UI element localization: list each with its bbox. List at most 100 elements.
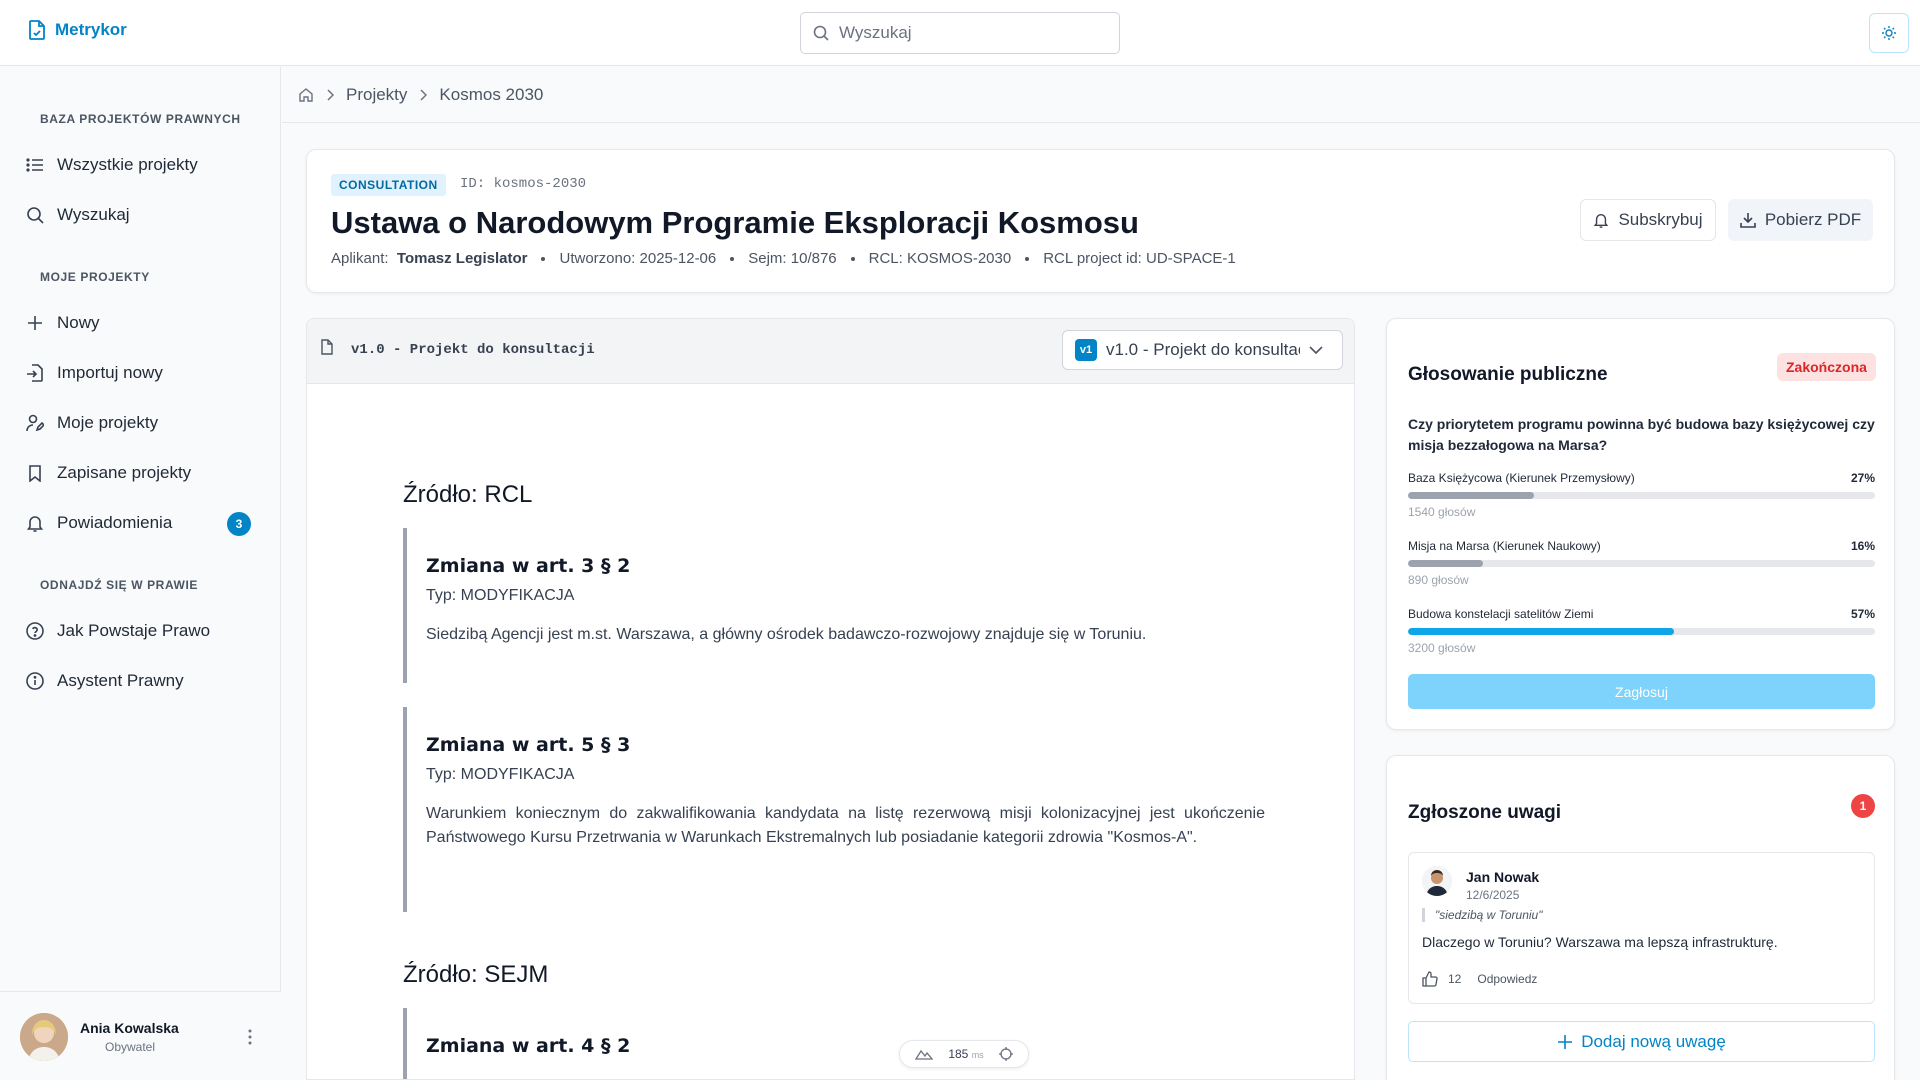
sidebar-item-label: Zapisane projekty <box>57 463 192 482</box>
vote-progress-fill <box>1408 560 1483 567</box>
info-circle-icon <box>26 672 44 690</box>
sidebar-item-my-projects[interactable]: Moje projekty <box>26 405 254 441</box>
document-toolbar: v1.0 - Projekt do konsultacji v1 v1.0 - … <box>307 319 1354 384</box>
sidebar-item-import[interactable]: Importuj nowy <box>26 355 254 391</box>
comments-count-badge: 1 <box>1851 794 1875 818</box>
breadcrumb-item[interactable]: Projekty <box>346 85 407 105</box>
chevron-right-icon <box>326 88 334 101</box>
app-logo[interactable]: Metrykor <box>28 20 127 40</box>
notification-count-badge: 3 <box>227 512 251 536</box>
comment-date: 12/6/2025 <box>1466 888 1520 902</box>
sidebar-item-legal-assistant[interactable]: Asystent Prawny <box>26 663 254 699</box>
change-type: Typ: MODYFIKACJA <box>426 587 575 604</box>
sidebar-item-label: Jak Powstaje Prawo <box>57 621 211 640</box>
more-vertical-icon[interactable] <box>247 1028 253 1046</box>
add-comment-label: Dodaj nową uwagę <box>1581 1031 1726 1051</box>
vote-status-badge: Zakończona <box>1777 353 1876 381</box>
performance-indicator[interactable]: 185 ms <box>899 1040 1029 1068</box>
change-type: Typ: MODYFIKACJA <box>426 766 575 783</box>
status-badge: CONSULTATION <box>331 174 446 196</box>
top-bar: Metrykor <box>0 0 1920 66</box>
change-block: Zmiana w art. 5 § 3 Typ: MODYFIKACJA War… <box>403 707 1265 912</box>
sidebar-item-label: Wszystkie projekty <box>57 155 198 174</box>
bell-icon <box>26 514 44 532</box>
sidebar-item-search[interactable]: Wyszukaj <box>26 197 254 233</box>
vote-option-label: Budowa konstelacji satelitów Ziemi <box>1408 607 1594 621</box>
sidebar-item-label: Wyszukaj <box>57 205 130 224</box>
comment-text: Dlaczego w Toruniu? Warszawa ma lepszą i… <box>1422 934 1778 950</box>
sidebar-item-label: Moje projekty <box>57 413 159 432</box>
subscribe-button[interactable]: Subskrybuj <box>1580 199 1716 241</box>
file-icon <box>320 339 334 355</box>
breadcrumb-item-current: Kosmos 2030 <box>439 84 544 104</box>
download-icon <box>1740 212 1756 228</box>
performance-value: 185 ms <box>948 1047 983 1061</box>
vote-option-label: Misja na Marsa (Kierunek Naukowy) <box>1408 539 1601 553</box>
sidebar-item-all-projects[interactable]: Wszystkie projekty <box>26 147 254 183</box>
vote-option-percent: 27% <box>1850 471 1875 485</box>
comment-actions: 12 Odpowiedz <box>1422 971 1537 987</box>
rcl-project-id: RCL project id: UD-SPACE-1 <box>1043 250 1236 267</box>
sejm-number: Sejm: 10/876 <box>748 250 837 267</box>
version-select[interactable]: v1 v1.0 - Projekt do konsultacji <box>1062 330 1343 370</box>
thumbs-up-icon[interactable] <box>1422 971 1438 987</box>
vote-option[interactable]: Misja na Marsa (Kierunek Naukowy) 16% 890… <box>1408 539 1875 587</box>
sidebar-item-how-law-is-made[interactable]: Jak Powstaje Prawo <box>26 613 254 649</box>
version-chip: v1 <box>1075 339 1097 361</box>
project-header-card: CONSULTATION ID: kosmos-2030 Ustawa o Na… <box>306 149 1895 293</box>
vote-option-count: 1540 głosów <box>1408 505 1476 519</box>
public-vote-card: Głosowanie publiczne Zakończona Czy prio… <box>1386 318 1895 730</box>
user-profile[interactable]: Ania Kowalska Obywatel <box>0 991 281 1080</box>
crosshair-icon <box>998 1047 1013 1061</box>
sidebar-item-label: Asystent Prawny <box>57 671 184 690</box>
plus-icon <box>1557 1034 1573 1050</box>
sidebar-section-title: ODNAJDŹ SIĘ W PRAWIE <box>40 578 199 592</box>
sidebar-item-saved[interactable]: Zapisane projekty <box>26 455 254 491</box>
project-id: ID: kosmos-2030 <box>460 176 587 192</box>
import-icon <box>26 364 44 382</box>
vote-option[interactable]: Baza Księżycowa (Kierunek Przemysłowy) 27… <box>1408 471 1875 519</box>
sidebar-section-title: MOJE PROJEKTY <box>40 270 150 284</box>
home-icon[interactable] <box>298 87 314 103</box>
add-comment-button[interactable]: Dodaj nową uwagę <box>1408 1021 1875 1062</box>
vote-question: Czy priorytetem programu powinna być bud… <box>1408 416 1875 453</box>
comment-item: Jan Nowak 12/6/2025 "siedzibą w Toruniu"… <box>1408 852 1875 1004</box>
perf-number: 185 <box>948 1047 969 1061</box>
theme-toggle-button[interactable] <box>1869 13 1909 53</box>
vote-progress-track <box>1408 492 1875 499</box>
search-input[interactable] <box>839 23 1099 43</box>
sidebar-item-label: Nowy <box>57 313 100 332</box>
change-block: Zmiana w art. 3 § 2 Typ: MODYFIKACJA Sie… <box>403 528 1265 683</box>
created-date: Utworzono: 2025-12-06 <box>559 250 717 267</box>
separator-dot <box>730 256 735 261</box>
avatar <box>1422 866 1452 896</box>
bell-icon <box>1593 212 1609 228</box>
applicant: Aplikant: Tomasz Legislator <box>331 250 527 267</box>
separator-dot <box>850 256 855 261</box>
separator-dot <box>1025 256 1030 261</box>
source-heading: Źródło: SEJM <box>403 961 549 988</box>
comment-quote: "siedzibą w Toruniu" <box>1422 908 1542 922</box>
sidebar-section-title: BAZA PROJEKTÓW PRAWNYCH <box>40 112 241 126</box>
vote-option[interactable]: Budowa konstelacji satelitów Ziemi 57% 32… <box>1408 607 1875 655</box>
document-version-title: v1.0 - Projekt do konsultacji <box>351 342 595 358</box>
comments-card: Zgłoszone uwagi 1 Jan Nowak 12/6/2025 "s… <box>1386 755 1895 1080</box>
rcl-number: RCL: KOSMOS-2030 <box>868 250 1012 267</box>
sidebar: BAZA PROJEKTÓW PRAWNYCH Wszystkie projek… <box>0 67 281 1080</box>
download-pdf-button[interactable]: Pobierz PDF <box>1728 199 1873 241</box>
sidebar-item-new[interactable]: Nowy <box>26 305 254 341</box>
document-panel: v1.0 - Projekt do konsultacji v1 v1.0 - … <box>306 318 1355 1080</box>
reply-link[interactable]: Odpowiedz <box>1477 972 1537 986</box>
user-name: Ania Kowalska <box>80 1020 179 1036</box>
vote-option-count: 3200 głosów <box>1408 641 1476 655</box>
sidebar-item-notifications[interactable]: Powiadomienia 3 <box>26 505 254 541</box>
vote-progress-track <box>1408 628 1875 635</box>
perf-unit: ms <box>971 1050 984 1060</box>
search-icon <box>813 25 829 41</box>
change-text: Siedzibą Agencji jest m.st. Warszawa, a … <box>426 626 1147 643</box>
vote-button[interactable]: Zagłosuj <box>1408 674 1875 709</box>
sidebar-item-label: Importuj nowy <box>57 363 163 382</box>
vote-progress-track <box>1408 560 1875 567</box>
version-selected-value: v1.0 - Projekt do konsultacji <box>1106 340 1300 359</box>
search-box[interactable] <box>800 12 1120 54</box>
